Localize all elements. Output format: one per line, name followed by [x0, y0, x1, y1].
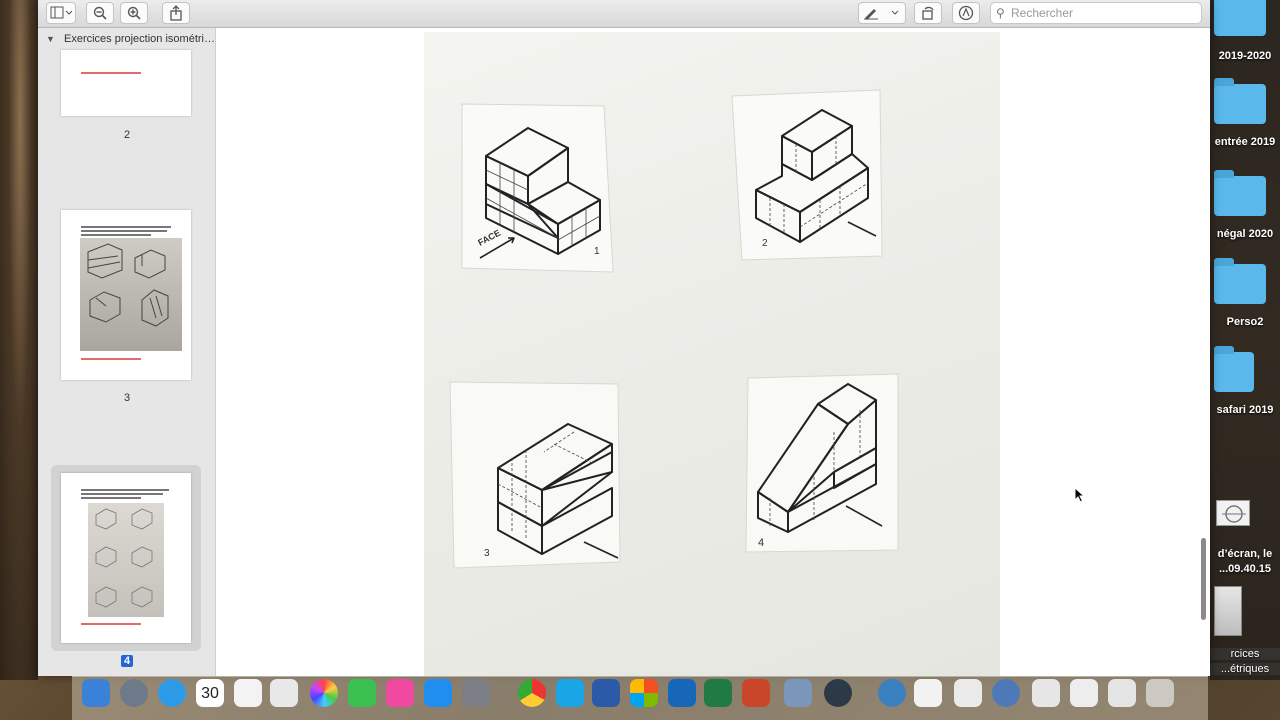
thumbnail-text-line — [81, 493, 163, 495]
network-icon[interactable] — [878, 679, 906, 707]
desktop-file-label-line1: rcices — [1210, 648, 1280, 660]
desktop-background-left — [0, 0, 38, 680]
launchpad-icon[interactable] — [120, 679, 148, 707]
search-placeholder: Rechercher — [1011, 6, 1074, 20]
thumbnail-drawing-photo — [80, 238, 182, 351]
folder-icon — [1214, 258, 1266, 304]
zoom-in-button[interactable] — [120, 2, 148, 24]
powerpoint-icon[interactable] — [742, 679, 770, 707]
desktop-folder-label: négal 2020 — [1216, 228, 1274, 240]
desktop-folder-label: entrée 2019 — [1214, 136, 1276, 148]
search-icon: ⚲ — [996, 6, 1005, 20]
facetime-icon[interactable] — [348, 679, 376, 707]
thumbnail-text-line — [81, 358, 141, 360]
desktop-file-label-line2: ...09.40.15 — [1219, 563, 1271, 575]
notes-icon[interactable] — [234, 679, 262, 707]
document-icon[interactable] — [1032, 679, 1060, 707]
mouse-cursor-icon — [1074, 487, 1086, 503]
document-icon[interactable] — [1108, 679, 1136, 707]
sidebar-icon — [50, 6, 72, 19]
sidebar-toggle-button[interactable] — [46, 2, 76, 24]
system-preferences-icon[interactable] — [462, 679, 490, 707]
screenshot-thumbnail-icon — [1216, 500, 1250, 526]
safari-icon[interactable] — [158, 679, 186, 707]
thumbnail-text-line — [81, 72, 141, 74]
preview-window: ⚲ Rechercher ▼ Exercices projection isom… — [38, 0, 1210, 676]
document-icon[interactable] — [954, 679, 982, 707]
thumbnail-drawing-photo — [88, 503, 164, 617]
share-button[interactable] — [162, 2, 190, 24]
document-icon[interactable] — [914, 679, 942, 707]
thumbnail-text-line — [81, 489, 169, 491]
page-thumbnail-3[interactable] — [61, 210, 191, 380]
drawing-number-1: 1 — [594, 246, 600, 257]
reminders-icon[interactable] — [270, 679, 298, 707]
isometric-drawings-photo: FACE 1 2 3 4 — [449, 89, 899, 569]
calendar-day: 30 — [201, 685, 219, 702]
desktop-folder-label: Perso2 — [1226, 316, 1264, 328]
folder-icon — [1214, 0, 1266, 36]
finder-icon[interactable] — [82, 679, 110, 707]
chrome-icon[interactable] — [518, 679, 546, 707]
drawing-number-4: 4 — [758, 537, 764, 549]
folder-icon — [1214, 346, 1254, 392]
disclosure-triangle-icon[interactable]: ▼ — [46, 34, 55, 44]
page-number-2: 2 — [123, 129, 131, 141]
outlook-icon[interactable] — [668, 679, 696, 707]
document-view[interactable]: FACE 1 2 3 4 — [216, 28, 1210, 676]
thumbnail-text-line — [81, 234, 151, 236]
pdf-file-icon — [1214, 586, 1242, 636]
desktop-area: 2019-2020 entrée 2019 négal 2020 Perso2 … — [1210, 0, 1280, 680]
desktop-file-label-line1: d’écran, le — [1217, 548, 1273, 560]
folder-icon — [1214, 170, 1266, 216]
thumbnail-text-line — [81, 623, 141, 625]
globe-icon[interactable] — [992, 679, 1020, 707]
share-icon — [170, 5, 182, 21]
markup-icon — [958, 5, 974, 21]
dock: 30 — [72, 676, 1208, 720]
document-page: FACE 1 2 3 4 — [424, 32, 1000, 676]
desktop-folder-label: safari 2019 — [1216, 404, 1274, 416]
skype-icon[interactable] — [556, 679, 584, 707]
page-number-4-badge: 4 — [120, 655, 134, 667]
thumbnail-text-line — [81, 230, 167, 232]
page-thumbnail-2[interactable] — [61, 50, 191, 116]
photos-icon[interactable] — [310, 679, 338, 707]
drawing-number-3: 3 — [484, 548, 490, 559]
page-number-3: 3 — [123, 392, 131, 404]
excel-icon[interactable] — [704, 679, 732, 707]
pen-icon — [864, 9, 899, 20]
page-thumbnail-4[interactable] — [61, 473, 191, 643]
markup-pen-button[interactable] — [858, 2, 906, 24]
markup-toolbar-button[interactable] — [952, 2, 980, 24]
thumbnail-sidebar: ▼ Exercices projection isométri… 2 3 4 — [38, 28, 216, 676]
search-input[interactable]: ⚲ Rechercher — [990, 2, 1202, 24]
sidebar-document-title-text: Exercices projection isométri… — [63, 33, 215, 45]
calendar-icon[interactable]: 30 — [196, 679, 224, 707]
drawing-number-2: 2 — [762, 238, 768, 249]
word-icon[interactable] — [592, 679, 620, 707]
rotate-icon — [922, 6, 934, 20]
sidebar-document-title[interactable]: ▼ Exercices projection isométri… — [46, 33, 215, 45]
trash-icon[interactable] — [1146, 679, 1174, 707]
quicktime-icon[interactable] — [824, 679, 852, 707]
page-number-4: 4 — [38, 655, 215, 667]
vertical-scrollbar[interactable] — [1201, 538, 1206, 620]
folder-icon — [1214, 78, 1266, 124]
rotate-button[interactable] — [914, 2, 942, 24]
music-icon[interactable] — [386, 679, 414, 707]
microsoft-icon[interactable] — [630, 679, 658, 707]
zoom-in-icon — [127, 6, 141, 20]
zoom-out-button[interactable] — [86, 2, 114, 24]
desktop-folder-label: 2019-2020 — [1218, 50, 1272, 62]
document-icon[interactable] — [1070, 679, 1098, 707]
thumbnail-text-line — [81, 497, 141, 499]
thumbnail-text-line — [81, 226, 171, 228]
desktop-file-label-line2: ...étriques — [1210, 663, 1280, 675]
toolbar: ⚲ Rechercher — [38, 0, 1210, 28]
zoom-out-icon — [93, 6, 107, 20]
app-store-icon[interactable] — [424, 679, 452, 707]
preview-icon[interactable] — [784, 679, 812, 707]
